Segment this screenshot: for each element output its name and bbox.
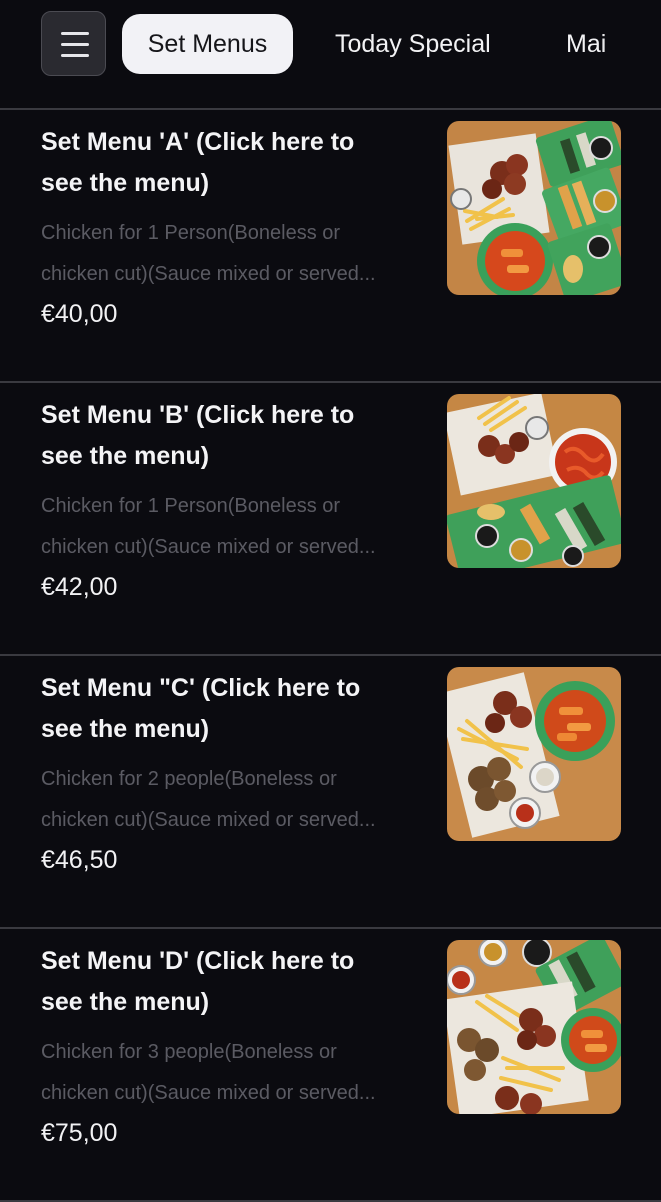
menu-item-set-c[interactable]: Set Menu "C' (Click here to see the menu)… bbox=[0, 656, 661, 929]
item-description: Chicken for 3 people(Boneless or chicken… bbox=[41, 1041, 376, 1104]
menu-item-set-d[interactable]: Set Menu 'D' (Click here to see the menu)… bbox=[0, 929, 661, 1202]
item-description: Chicken for 2 people(Boneless or chicken… bbox=[41, 768, 376, 831]
tab-today-special[interactable]: Today Special bbox=[335, 14, 491, 74]
item-price: €40,00 bbox=[41, 300, 118, 328]
food-photo-set-d[interactable] bbox=[447, 940, 621, 1114]
category-nav-bar: Set Menus Today Special Mai bbox=[0, 0, 661, 108]
hamburger-menu-icon-bar bbox=[61, 54, 89, 57]
hamburger-menu-icon bbox=[61, 32, 89, 35]
item-price: €75,00 bbox=[41, 1119, 118, 1147]
item-description: Chicken for 1 Person(Boneless or chicken… bbox=[41, 222, 376, 285]
tab-overflow-fade bbox=[601, 0, 661, 100]
hamburger-menu-icon-bar bbox=[61, 43, 89, 46]
item-price: €46,50 bbox=[41, 846, 118, 874]
item-description: Chicken for 1 Person(Boneless or chicken… bbox=[41, 495, 376, 558]
item-title: Set Menu 'B' (Click here to see the menu) bbox=[41, 401, 355, 470]
menu-item-set-a[interactable]: Set Menu 'A' (Click here to see the menu)… bbox=[0, 110, 661, 383]
menu-item-set-b[interactable]: Set Menu 'B' (Click here to see the menu)… bbox=[0, 383, 661, 656]
item-price: €42,00 bbox=[41, 573, 118, 601]
food-photo-set-c[interactable] bbox=[447, 667, 621, 841]
tab-main[interactable]: Mai bbox=[566, 14, 606, 74]
item-title: Set Menu "C' (Click here to see the menu) bbox=[41, 674, 361, 743]
item-title: Set Menu 'A' (Click here to see the menu) bbox=[41, 128, 355, 197]
food-photo-set-b[interactable] bbox=[447, 394, 621, 568]
menu-button[interactable] bbox=[41, 11, 106, 76]
item-title: Set Menu 'D' (Click here to see the menu) bbox=[41, 947, 355, 1016]
tab-set-menus[interactable]: Set Menus bbox=[122, 14, 293, 74]
food-photo-set-a[interactable] bbox=[447, 121, 621, 295]
